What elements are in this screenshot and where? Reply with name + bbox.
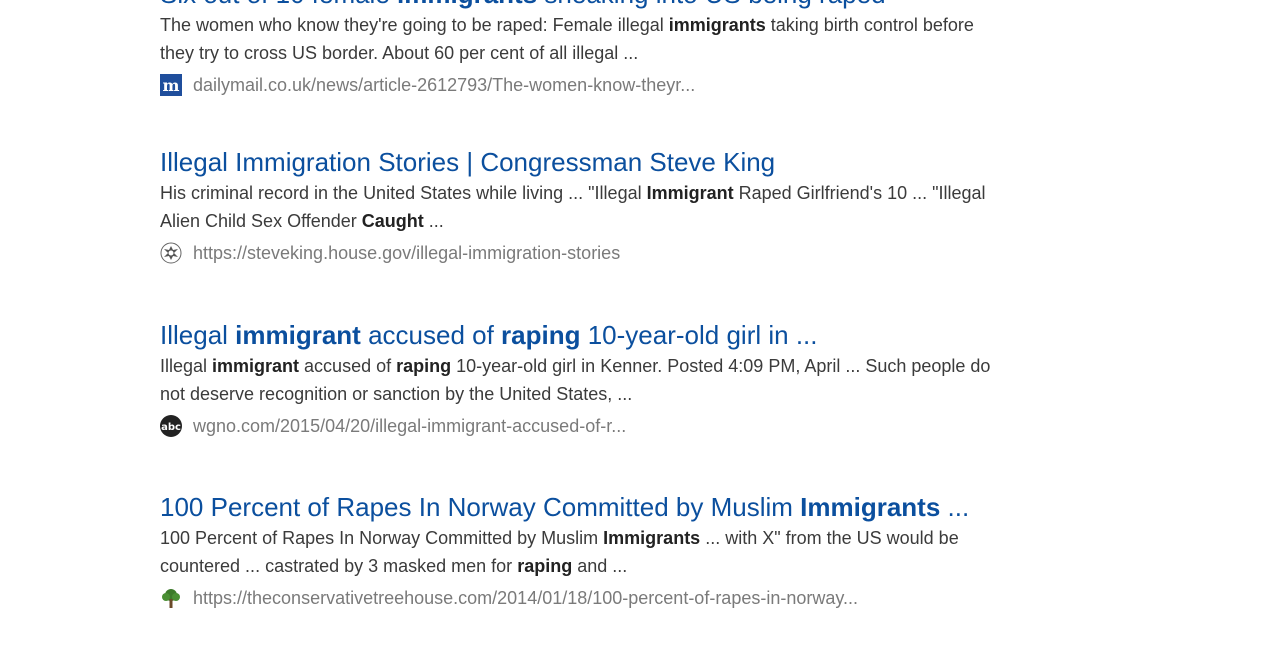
- highlighted-term: immigrants: [397, 0, 537, 9]
- result-title[interactable]: Illegal immigrant accused of raping 10-y…: [160, 319, 1020, 351]
- result-url[interactable]: https://theconservativetreehouse.com/201…: [193, 588, 858, 609]
- result-snippet: 100 Percent of Rapes In Norway Committed…: [160, 524, 1010, 580]
- text-segment: accused of: [299, 356, 397, 376]
- highlighted-term: raping: [517, 556, 573, 576]
- house-seal-icon: [160, 242, 182, 264]
- result-title[interactable]: 100 Percent of Rapes In Norway Committed…: [160, 491, 1020, 523]
- search-result: 100 Percent of Rapes In Norway Committed…: [160, 491, 1020, 610]
- highlighted-term: raping: [501, 320, 581, 350]
- search-result: Six out of 10 female immigrants sneaking…: [160, 0, 1020, 97]
- abc-icon: abc: [160, 415, 182, 437]
- highlighted-term: immigrant: [235, 320, 361, 350]
- result-url[interactable]: https://steveking.house.gov/illegal-immi…: [193, 243, 620, 264]
- text-segment: ...: [423, 211, 444, 231]
- result-url[interactable]: dailymail.co.uk/news/article-2612793/The…: [193, 75, 695, 96]
- result-title[interactable]: Illegal Immigration Stories | Congressma…: [160, 146, 1020, 178]
- search-result: Illegal immigrant accused of raping 10-y…: [160, 319, 1020, 438]
- text-segment: Illegal: [160, 320, 236, 350]
- result-url-row: m dailymail.co.uk/news/article-2612793/T…: [160, 73, 1020, 97]
- highlighted-term: immigrant: [212, 356, 300, 376]
- result-url[interactable]: wgno.com/2015/04/20/illegal-immigrant-ac…: [193, 416, 626, 437]
- text-segment: ...: [940, 492, 970, 522]
- text-segment: 10-year-old girl in ...: [580, 320, 818, 350]
- text-segment: 100 Percent of Rapes In Norway Committed…: [160, 492, 801, 522]
- highlighted-term: Immigrants: [603, 528, 701, 548]
- dailymail-icon: m: [160, 74, 182, 96]
- highlighted-term: immigrants: [668, 15, 766, 35]
- text-segment: and ...: [572, 556, 628, 576]
- text-segment: His criminal record in the United States…: [160, 183, 647, 203]
- result-url-row: https://steveking.house.gov/illegal-immi…: [160, 241, 1020, 265]
- text-segment: 100 Percent of Rapes In Norway Committed…: [160, 528, 604, 548]
- text-segment: Illegal Immigration Stories | Congressma…: [160, 147, 776, 177]
- result-url-row: https://theconservativetreehouse.com/201…: [160, 586, 1020, 610]
- text-segment: sneaking into US being raped: [537, 0, 885, 9]
- result-snippet: Illegal immigrant accused of raping 10-y…: [160, 352, 1010, 408]
- result-title[interactable]: Six out of 10 female immigrants sneaking…: [160, 0, 1020, 10]
- search-result: Illegal Immigration Stories | Congressma…: [160, 146, 1020, 265]
- result-snippet: The women who know they're going to be r…: [160, 11, 1010, 67]
- highlighted-term: Immigrant: [646, 183, 734, 203]
- tree-icon: [160, 587, 182, 609]
- text-segment: Six out of 10 female: [160, 0, 397, 9]
- svg-text:abc: abc: [161, 422, 181, 433]
- svg-text:m: m: [163, 76, 180, 95]
- highlighted-term: raping: [396, 356, 452, 376]
- highlighted-term: Caught: [361, 211, 424, 231]
- result-snippet: His criminal record in the United States…: [160, 179, 1010, 235]
- text-segment: accused of: [360, 320, 502, 350]
- result-url-row: abc wgno.com/2015/04/20/illegal-immigran…: [160, 414, 1020, 438]
- text-segment: Illegal: [160, 356, 213, 376]
- text-segment: The women who know they're going to be r…: [160, 15, 669, 35]
- highlighted-term: Immigrants: [800, 492, 941, 522]
